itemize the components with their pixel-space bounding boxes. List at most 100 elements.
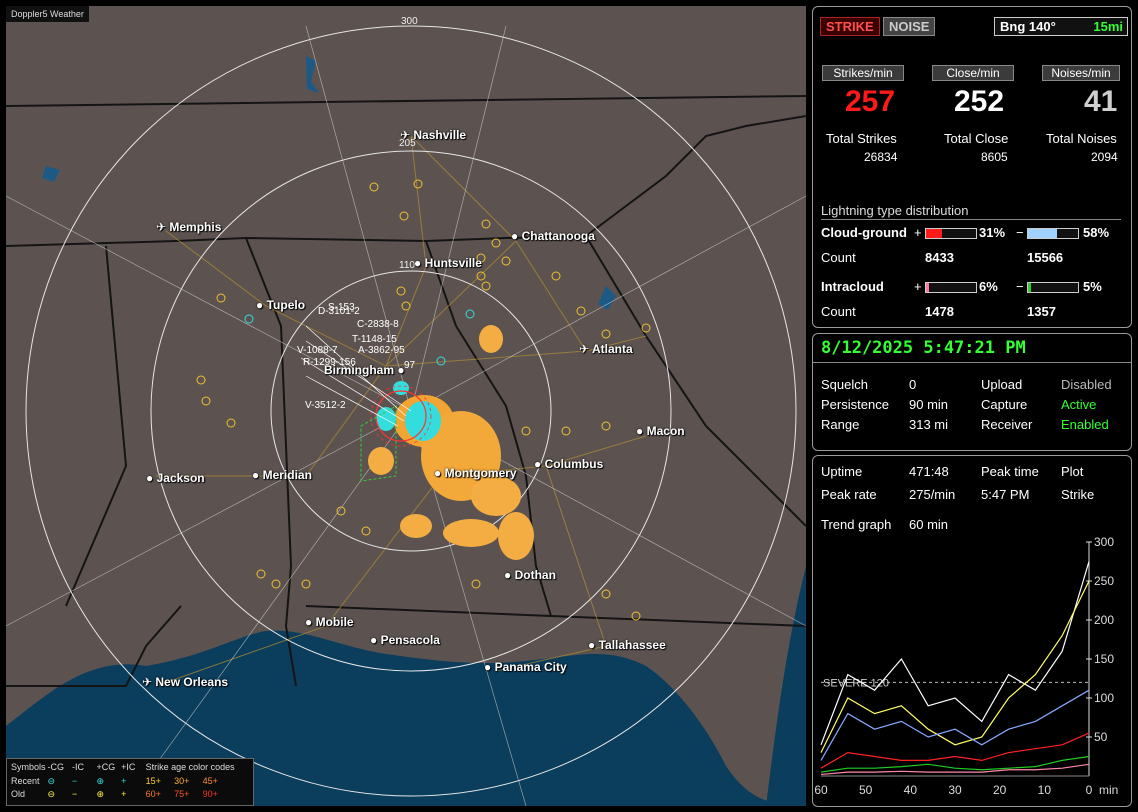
lake (598, 286, 616, 310)
storm-label[interactable]: C-2838-8 (357, 319, 399, 330)
trend-panel: Uptime 471:48 Peak time Plot Peak rate 2… (812, 455, 1132, 807)
city-dot-icon: ● (370, 633, 381, 647)
plot-value[interactable]: Strike (1061, 487, 1094, 502)
city-dot-icon: ● (504, 568, 515, 582)
storm-label[interactable]: V-1088-7 (297, 345, 338, 356)
city-macon[interactable]: ● Macon (636, 424, 685, 438)
cg-positive-count: 8433 (925, 250, 954, 265)
plus-cg-old-icon: ⊕ (96, 789, 105, 799)
upload-value[interactable]: Disabled (1061, 377, 1112, 392)
city-panama-city[interactable]: ● Panama City (484, 660, 567, 674)
ic-minus-sign: − (1016, 279, 1024, 294)
intracloud-label: Intracloud (821, 279, 884, 294)
trend-series (820, 561, 1090, 776)
city-dot-icon: ● (511, 229, 522, 243)
city-chattanooga[interactable]: ● Chattanooga (511, 229, 595, 243)
y-tick-label: 300 (1094, 536, 1114, 549)
x-tick-label: 60 (814, 783, 828, 797)
total-strikes-value: 26834 (864, 150, 898, 164)
city-dot-icon: ● (434, 466, 445, 480)
city-pensacola[interactable]: ● Pensacola (370, 633, 440, 647)
city-dot-icon: ● (636, 424, 647, 438)
storm-label[interactable]: D-3101-2 (318, 306, 360, 317)
lake (42, 166, 60, 182)
status-panel: 8/12/2025 5:47:21 PM Squelch 0 Upload Di… (812, 333, 1132, 451)
ring-label-110: 110 (399, 260, 415, 271)
city-columbus[interactable]: ● Columbus (534, 457, 603, 471)
legend-row-label: Recent (11, 776, 40, 786)
trend-graph-range: 60 min (909, 517, 949, 532)
legend-header: +IC (121, 762, 136, 772)
peak-time-value: 5:47 PM (981, 487, 1030, 502)
city-nashville[interactable]: ✈ Nashville (400, 128, 466, 142)
strike-button[interactable]: STRIKE (820, 17, 880, 36)
legend-header: -IC (72, 762, 85, 772)
noises-per-min-header: Noises/min (1042, 65, 1120, 81)
y-tick-label: 100 (1094, 691, 1114, 705)
ic-positive-count: 1478 (925, 304, 954, 319)
x-tick-label: 50 (859, 783, 873, 797)
ic-positive-pct: 6% (979, 279, 998, 294)
trend-series-line (820, 689, 1090, 761)
storm-label[interactable]: T-1148-15 (352, 334, 397, 345)
city-dot-icon: ● (484, 660, 495, 674)
y-tick-label: 200 (1094, 613, 1114, 627)
bearing-value: Bng 140° (1000, 19, 1056, 34)
cg-positive-pct: 31% (979, 225, 1006, 240)
plus-ic-old-icon: + (121, 789, 127, 799)
receiver-value[interactable]: Enabled (1061, 417, 1109, 432)
city-dot-icon: ● (305, 615, 316, 629)
cg-negative-bar (1027, 228, 1079, 239)
city-dothan[interactable]: ● Dothan (504, 568, 556, 582)
city-dot-icon: ● (252, 468, 263, 482)
distribution-divider (821, 219, 1121, 220)
total-close-value: 8605 (981, 150, 1008, 164)
city-meridian[interactable]: ● Meridian (252, 468, 312, 482)
close-per-min-header: Close/min (932, 65, 1014, 81)
noise-button[interactable]: NOISE (883, 17, 936, 36)
city-huntsville[interactable]: ● Huntsville (414, 256, 482, 270)
airport-icon: ✈ (142, 675, 156, 689)
city-new-orleans[interactable]: ✈ New Orleans (142, 675, 228, 689)
x-tick-label: 20 (993, 783, 1007, 797)
atlantic-ocean (766, 566, 806, 806)
city-dot-icon: ● (534, 457, 545, 471)
city-jackson[interactable]: ● Jackson (146, 471, 205, 485)
stats-panel: STRIKE NOISE Bng 140° 15mi Strikes/min C… (812, 6, 1132, 328)
plus-ic-recent-icon: + (121, 776, 127, 786)
x-unit-label: min (1099, 783, 1118, 797)
y-tick-label: 150 (1094, 652, 1114, 666)
city-dot-icon: ● (414, 256, 425, 270)
storm-label[interactable]: V-3512-2 (305, 400, 346, 411)
city-montgomery[interactable]: ● Montgomery (434, 466, 517, 480)
ring-label-300: 300 (401, 16, 418, 27)
storm-label[interactable]: A-3862-95 (358, 345, 405, 356)
cg-negative-fill (1028, 229, 1057, 238)
age-90: 90+ (202, 789, 218, 799)
peak-rate-label: Peak rate (821, 487, 877, 502)
city-tupelo[interactable]: ● Tupelo (256, 298, 305, 312)
minus-ic-recent-icon: − (72, 776, 78, 786)
airport-icon: ✈ (400, 128, 414, 142)
radar-map[interactable]: Doppler5 Weather 300 205 110 ✈ Nashville… (6, 6, 806, 806)
total-strikes-label: Total Strikes (826, 131, 897, 146)
status-divider (813, 362, 1131, 363)
age-60: 60+ (145, 789, 161, 799)
city-memphis[interactable]: ✈ Memphis (156, 220, 221, 234)
city-mobile[interactable]: ● Mobile (305, 615, 354, 629)
city-atlanta[interactable]: ✈ Atlanta (579, 342, 633, 356)
bearing-range: 15mi (1093, 19, 1123, 34)
bearing-display[interactable]: Bng 140° 15mi (994, 17, 1128, 36)
range-value: 313 mi (909, 417, 949, 432)
minus-ic-old-icon: − (72, 789, 78, 799)
trend-series-line (820, 580, 1090, 753)
persistence-value: 90 min (909, 397, 949, 412)
strikes-per-min-header: Strikes/min (822, 65, 904, 81)
storm-label[interactable]: R-1299-156 (303, 357, 356, 368)
storm-label[interactable]: 97 (404, 360, 415, 371)
ic-plus-sign: + (914, 279, 922, 294)
city-tallahassee[interactable]: ● Tallahassee (588, 638, 666, 652)
legend-age-title: Strike age color codes (145, 762, 235, 772)
capture-value[interactable]: Active (1061, 397, 1096, 412)
legend-row-label: Old (11, 789, 26, 799)
